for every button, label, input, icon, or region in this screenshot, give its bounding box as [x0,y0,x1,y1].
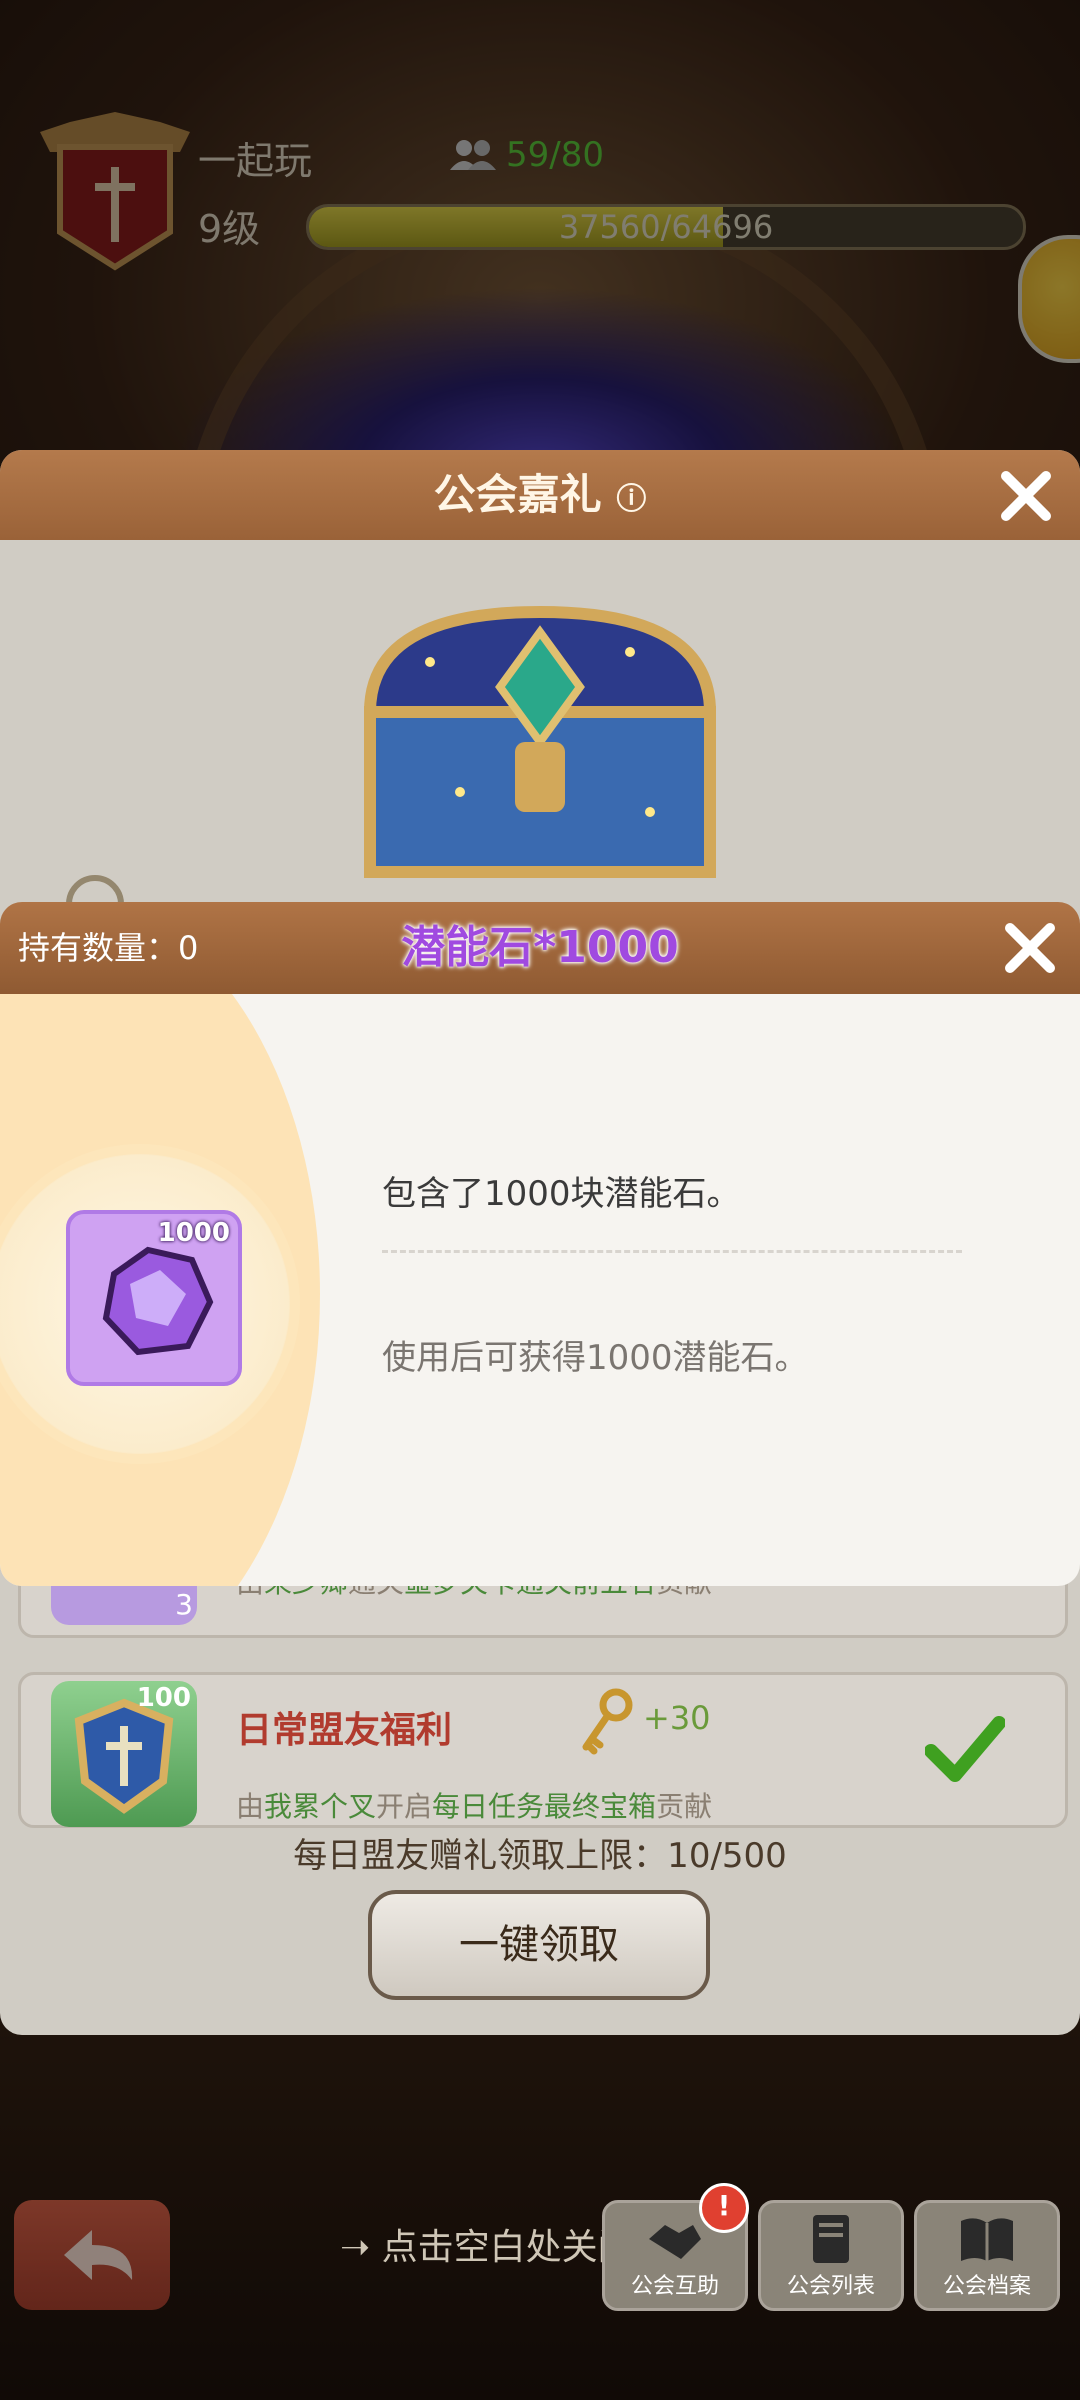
guild-gift-header: 公会嘉礼 ⓘ [0,450,1080,540]
guild-archive-button[interactable]: 公会档案 [914,2200,1060,2311]
item-effect: 使用后可获得1000潜能石。 [382,1338,809,1378]
reward-title: 日常盟友福利 [236,1710,453,1751]
guild-gift-title: 公会嘉礼 ⓘ [0,450,1080,545]
guild-list-button[interactable]: 公会列表 [758,2200,904,2311]
book-icon [813,2215,849,2263]
check-icon [925,1716,1005,1782]
close-hint-text: 点击空白处关闭 [381,2227,634,2268]
item-description: 包含了1000块潜能石。 [382,1174,741,1214]
back-arrow-icon [64,2230,133,2280]
key-icon [582,1688,633,1755]
item-name: 潜能石*1000 [401,922,679,973]
close-icon[interactable] [1002,920,1058,976]
guild-list-label: 公会列表 [786,2274,875,2299]
potential-stone-item: 1000 [66,1210,242,1386]
reward-key-count: +30 [643,1699,711,1737]
handshake-icon [649,2225,701,2259]
guild-help-label: 公会互助 [630,2274,719,2299]
reward-row: 100 日常盟友福利 +30 由我累个叉开启每日任务最终宝箱贡献 [18,1672,1068,1828]
notification-badge: ! [699,2183,749,2233]
item-count: 1000 [157,1218,230,1248]
guild-archive-label: 公会档案 [942,2274,1031,2299]
divider [382,1250,962,1253]
reward-item-icon: 100 [51,1681,197,1827]
item-detail-popup: 持有数量：0 潜能石*1000 1000 包含了1000块潜能石。 使用后可获得… [0,902,1080,1586]
reward-desc: 由我累个叉开启每日任务最终宝箱贡献 [236,1790,713,1823]
treasure-chest-icon [363,605,717,878]
open-book-icon [961,2218,1013,2261]
reward-item-count: 3 [175,1588,193,1621]
reward-item-count: 100 [136,1683,191,1713]
daily-limit-text: 每日盟友赠礼领取上限：10/500 [293,1836,787,1876]
guild-help-button[interactable]: 公会互助 ! [602,2183,749,2311]
claim-all-button[interactable]: 一键领取 [368,1890,710,2000]
info-icon[interactable]: ⓘ [616,482,646,517]
item-popup-body: 1000 包含了1000块潜能石。 使用后可获得1000潜能石。 [0,994,1080,1586]
close-icon[interactable] [998,468,1054,524]
back-button[interactable] [14,2200,170,2310]
item-popup-header: 持有数量：0 潜能石*1000 [0,902,1080,994]
guild-gift-title-text: 公会嘉礼 [433,470,602,519]
close-hint: ➝ 点击空白处关闭 [340,2227,634,2268]
